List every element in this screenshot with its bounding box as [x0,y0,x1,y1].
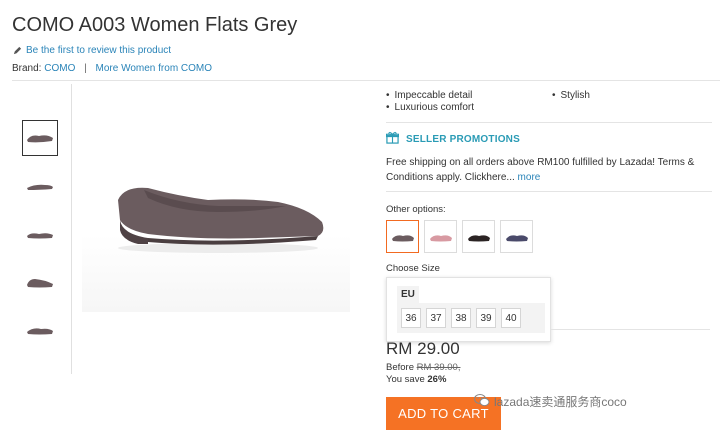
highlight-item: Luxurious comfort [386,102,474,113]
header-divider [12,80,720,81]
size-option[interactable]: 36 [401,308,421,328]
color-option-black[interactable] [462,220,495,253]
brand-separator: | [84,63,87,74]
size-option[interactable]: 37 [426,308,446,328]
size-system-tab[interactable]: EU [397,286,419,303]
highlight-item: Impeccable detail [386,90,473,101]
watermark: lazada速卖通服务商coco [474,393,627,410]
color-option-grey[interactable] [386,220,419,253]
color-option-navy[interactable] [500,220,533,253]
thumbnail-strip [22,120,60,360]
brand-line: Brand: COMO | More Women from COMO [12,63,212,74]
product-title: COMO A003 Women Flats Grey [12,14,298,36]
size-selector-popup: EU 36 37 38 39 40 [386,277,551,342]
seller-promotions-heading: SELLER PROMOTIONS [385,131,712,147]
divider [551,329,710,330]
divider [386,191,712,192]
original-price: RM 39.00, [416,362,461,373]
thumbnail-5[interactable] [22,312,58,348]
size-option[interactable]: 38 [451,308,471,328]
highlights-list: Impeccable detail Luxurious comfort Styl… [386,86,712,116]
thumbnail-2[interactable] [22,168,58,204]
gift-icon [385,131,400,147]
thumbnail-1[interactable] [22,120,58,156]
savings-line: You save 26% [386,374,446,385]
product-main-image[interactable] [82,92,350,312]
pencil-icon [13,46,22,55]
size-options: 36 37 38 39 40 [397,303,545,333]
product-details: Impeccable detail Luxurious comfort Styl… [385,86,712,274]
more-from-brand-link[interactable]: More Women from COMO [96,63,213,74]
divider [386,122,712,123]
seller-promotions-label: SELLER PROMOTIONS [406,133,520,145]
promotion-more-link[interactable]: more [518,172,541,183]
original-price-line: Before RM 39.00, [386,362,460,373]
size-option[interactable]: 39 [476,308,496,328]
color-options [386,220,712,253]
wechat-icon [474,393,490,410]
promotion-text: Free shipping on all orders above RM100 … [386,155,706,185]
gallery-divider [71,84,72,374]
brand-label: Brand: [12,63,42,74]
choose-size-label: Choose Size [386,263,440,274]
review-link-label: Be the first to review this product [26,45,172,56]
save-label: You save [386,374,425,385]
color-option-pink[interactable] [424,220,457,253]
highlight-item: Stylish [552,90,590,101]
current-price: RM 29.00 [386,339,460,358]
review-link[interactable]: Be the first to review this product [13,45,171,56]
thumbnail-4[interactable] [22,264,58,300]
save-percent: 26% [427,374,447,385]
shoe-illustration [118,187,324,253]
before-label: Before [386,362,414,373]
thumbnail-3[interactable] [22,216,58,252]
other-options-label: Other options: [386,204,446,215]
brand-link[interactable]: COMO [44,63,75,74]
watermark-text: lazada速卖通服务商coco [494,395,627,409]
size-option[interactable]: 40 [501,308,521,328]
